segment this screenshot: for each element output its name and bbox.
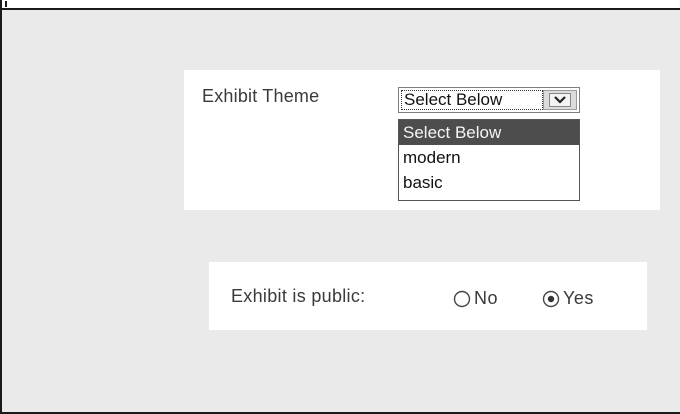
theme-select-value: Select Below bbox=[401, 90, 543, 110]
radio-yes-label: Yes bbox=[563, 288, 594, 308]
public-panel: Exhibit is public: No Yes bbox=[209, 262, 647, 330]
theme-option-modern[interactable]: modern bbox=[399, 145, 579, 170]
radio-dot-icon[interactable] bbox=[542, 290, 560, 308]
theme-select[interactable]: Select Below bbox=[398, 87, 580, 113]
theme-label: Exhibit Theme bbox=[202, 86, 320, 106]
top-bar bbox=[2, 0, 680, 10]
page-frame: Exhibit Theme Select Below Select Below … bbox=[0, 0, 680, 414]
chevron-down-icon bbox=[549, 93, 571, 107]
radio-no-label: No bbox=[474, 288, 499, 308]
radio-no[interactable]: No bbox=[453, 288, 498, 309]
theme-option-select-below[interactable]: Select Below bbox=[399, 120, 579, 145]
public-label: Exhibit is public: bbox=[231, 286, 366, 306]
radio-empty-icon[interactable] bbox=[453, 290, 471, 308]
theme-panel: Exhibit Theme Select Below Select Below … bbox=[184, 70, 660, 210]
theme-select-button[interactable] bbox=[543, 90, 577, 110]
theme-option-basic[interactable]: basic bbox=[399, 170, 579, 195]
radio-yes[interactable]: Yes bbox=[542, 288, 594, 309]
top-bar-tick bbox=[5, 1, 7, 7]
theme-dropdown-list: Select Below modern basic bbox=[398, 119, 580, 201]
